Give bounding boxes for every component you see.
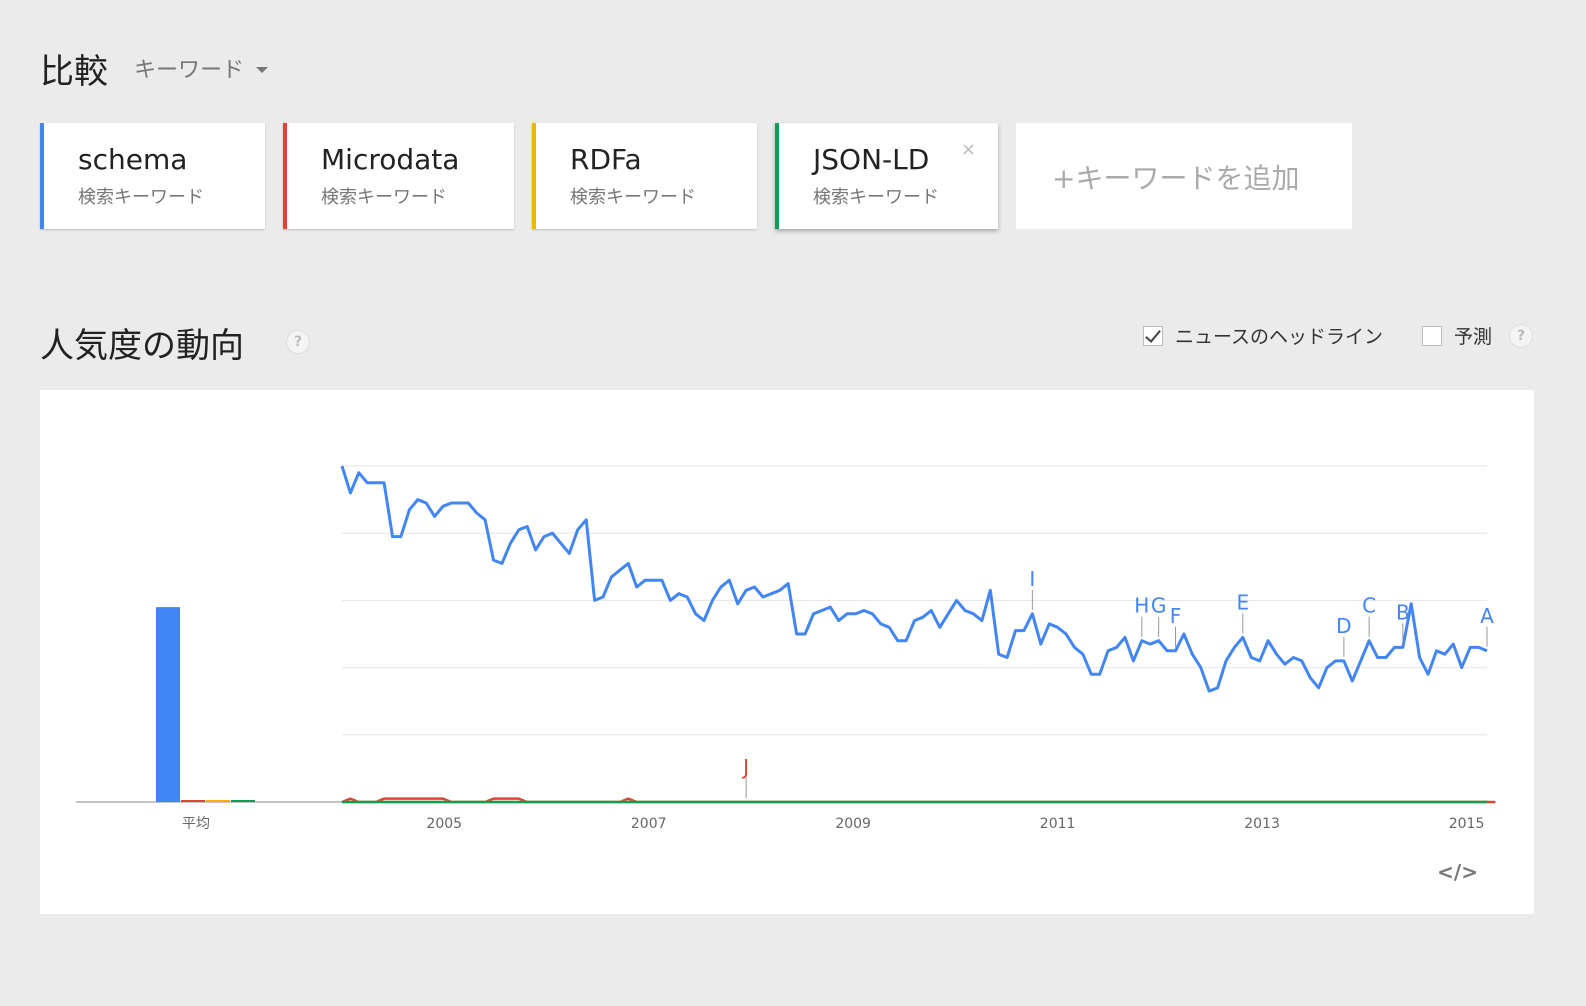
add-keyword-label: +キーワードを追加 — [1052, 162, 1300, 195]
chart-panel: 平均 2005 2007 2009 2011 2013 2015 I H G F E D C B A J </> — [40, 390, 1534, 914]
term-type: 検索キーワード — [813, 187, 939, 208]
term-card-rdfa[interactable]: RDFa 検索キーワード — [532, 123, 757, 229]
annotation-b: B — [1396, 600, 1410, 624]
add-keyword-button[interactable]: +キーワードを追加 — [1016, 123, 1352, 229]
term-name: JSON-LD — [813, 143, 930, 176]
news-checkbox[interactable] — [1143, 325, 1163, 346]
average-bar-microdata — [181, 799, 205, 802]
news-label: ニュースのヘッドライン — [1175, 326, 1384, 348]
x-tick-label: 2013 — [1244, 816, 1280, 832]
annotation-i: I — [1029, 567, 1035, 591]
term-card-json-ld[interactable]: JSON-LD 検索キーワード × — [775, 123, 998, 229]
close-icon[interactable]: × — [961, 139, 976, 160]
trend-chart: 平均 2005 2007 2009 2011 2013 2015 I H G F E DC B A J — [76, 465, 1496, 832]
average-bar-json-ld — [231, 799, 255, 802]
help-icon[interactable]: ? — [286, 330, 310, 354]
forecast-checkbox[interactable] — [1422, 325, 1442, 346]
x-tick-label: 2011 — [1040, 816, 1076, 832]
news-headlines-toggle[interactable]: ニュースのヘッドライン — [1143, 322, 1383, 349]
x-tick-label: 2005 — [426, 816, 462, 832]
trend-section-title: 人気度の動向 — [40, 326, 244, 366]
annotation-a: A — [1480, 604, 1494, 628]
average-label: 平均 — [182, 816, 210, 832]
annotation-f: F — [1170, 604, 1182, 628]
average-bar-schema — [156, 607, 180, 802]
term-card-schema[interactable]: schema 検索キーワード — [40, 123, 265, 229]
term-type: 検索キーワード — [321, 187, 447, 208]
term-name: schema — [78, 143, 188, 176]
annotation-c: C — [1362, 594, 1376, 618]
x-tick-label: 2007 — [631, 816, 667, 832]
annotation-h: H — [1134, 594, 1149, 618]
caret-down-icon — [256, 67, 269, 73]
embed-code-icon[interactable]: </> — [1437, 860, 1478, 884]
x-tick-label: 2015 — [1449, 816, 1485, 832]
term-type: 検索キーワード — [570, 187, 696, 208]
term-name: RDFa — [570, 143, 642, 176]
term-type: 検索キーワード — [78, 187, 204, 208]
annotation-j: J — [741, 755, 749, 779]
series-line-schema — [340, 465, 1488, 693]
term-card-microdata[interactable]: Microdata 検索キーワード — [283, 123, 514, 229]
forecast-toggle[interactable]: 予測 — [1422, 322, 1492, 349]
annotation-d: D — [1336, 614, 1351, 638]
forecast-label: 予測 — [1454, 326, 1493, 348]
annotation-e: E — [1237, 590, 1250, 614]
annotation-g: G — [1151, 594, 1167, 618]
average-bar-rdfa — [206, 799, 230, 802]
x-tick-label: 2009 — [835, 816, 871, 832]
term-name: Microdata — [321, 143, 460, 176]
keyword-type-dropdown[interactable]: キーワード — [134, 52, 269, 84]
keyword-type-label: キーワード — [134, 58, 245, 83]
forecast-help-icon[interactable]: ? — [1509, 324, 1533, 348]
page-title: 比較 — [40, 52, 108, 92]
